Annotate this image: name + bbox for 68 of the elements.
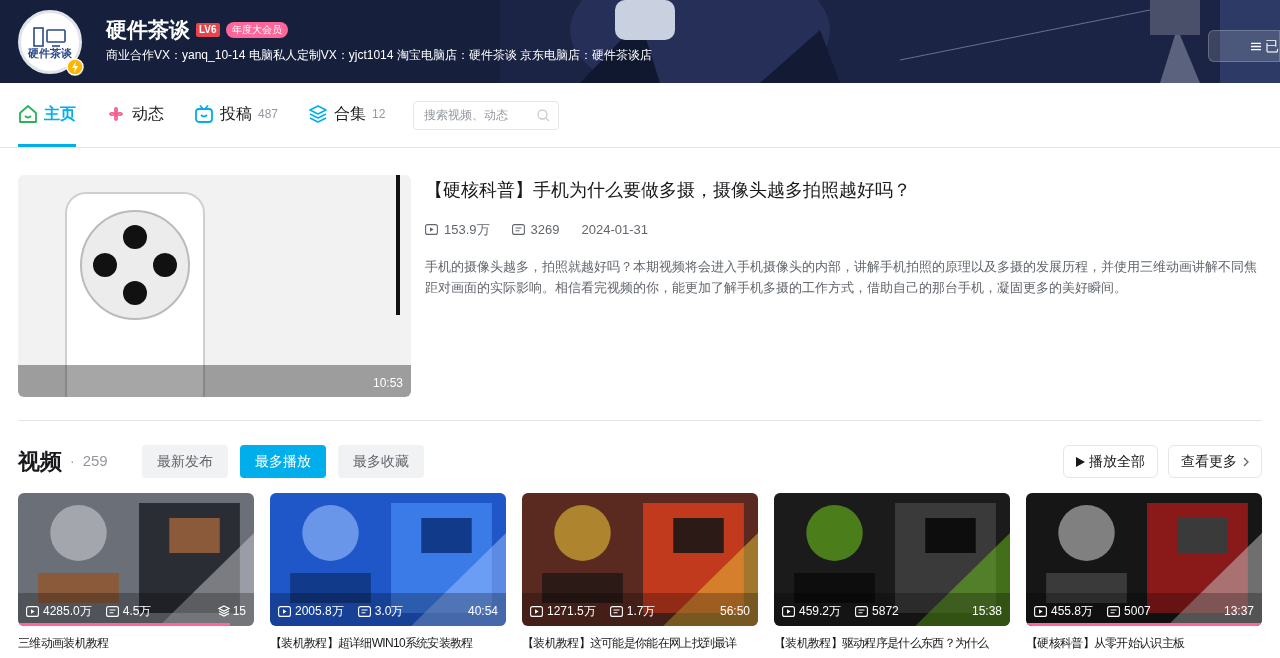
play-count: 4285.0万 bbox=[43, 603, 92, 620]
video-thumbnail[interactable]: 459.2万 5872 15:38 bbox=[774, 493, 1010, 626]
video-duration: 10:53 bbox=[372, 375, 403, 392]
sort-button[interactable]: 最多收藏 bbox=[337, 445, 424, 478]
menu-button[interactable]: 已 bbox=[1208, 30, 1280, 62]
sort-button[interactable]: 最新发布 bbox=[141, 445, 228, 478]
video-duration: 56:50 bbox=[719, 603, 750, 620]
video-thumbnail[interactable]: 4285.0万 4.5万 15 bbox=[18, 493, 254, 626]
featured-description: 手机的摄像头越多，拍照就越好吗？本期视频将会进入手机摄像头的内部，讲解手机拍照的原理以及多摄的发展历程，并使用三维动画讲解不同焦距对画面的实际影响。相信看完视频的你，能更加了解手机多摄的工作方式，借助自己的那台手机，凝固更多的美好瞬间。 bbox=[425, 257, 1258, 297]
publish-date: 2024-01-31 bbox=[581, 221, 648, 239]
play-count-icon bbox=[782, 605, 795, 617]
search-icon bbox=[537, 108, 551, 122]
comment-count: 4.5万 bbox=[122, 603, 152, 620]
home-icon bbox=[18, 103, 38, 124]
search-field[interactable]: 搜索视频、动态 bbox=[413, 100, 560, 130]
play-icon bbox=[1076, 456, 1085, 467]
video-title[interactable]: 【装机教程】驱动程序是什么东西？为什么 bbox=[774, 634, 989, 652]
video-thumbnail[interactable]: 2005.8万 3.0万 40:54 bbox=[270, 493, 506, 626]
nav-tab[interactable]: 合集 12 bbox=[308, 83, 386, 147]
comment-count-icon bbox=[105, 605, 119, 617]
video-duration: 40:54 bbox=[467, 603, 498, 620]
video-thumbnail[interactable]: 1271.5万 1.7万 56:50 bbox=[522, 493, 758, 626]
layers-icon bbox=[217, 605, 230, 617]
play-count: 1271.5万 bbox=[547, 603, 596, 620]
comment-count-icon bbox=[511, 224, 525, 236]
play-count: 459.2万 bbox=[799, 603, 842, 620]
video-title[interactable]: 三维动画装机教程 bbox=[18, 634, 109, 652]
comment-count-icon bbox=[855, 605, 869, 617]
chevron-right-icon bbox=[1243, 456, 1249, 467]
computer-icon bbox=[32, 24, 68, 48]
collection-count: 15 bbox=[232, 603, 246, 620]
tv-icon bbox=[194, 103, 214, 124]
section-dot: · bbox=[70, 452, 75, 471]
comment-count: 5007 bbox=[1124, 603, 1151, 620]
play-count-icon bbox=[1034, 605, 1047, 617]
video-duration: 13:37 bbox=[1223, 603, 1254, 620]
featured-title[interactable]: 【硬核科普】手机为什么要做多摄，摄像头越多拍照越好吗？ bbox=[425, 177, 1262, 204]
nav-tab[interactable]: 投稿 487 bbox=[194, 83, 279, 147]
avatar-text: 硬件茶谈 bbox=[28, 48, 72, 59]
video-title[interactable]: 【硬核科普】从零开始认识主板 bbox=[1026, 634, 1185, 652]
nav-tab[interactable]: 动态 bbox=[106, 83, 164, 147]
comment-count-icon bbox=[357, 605, 371, 617]
play-count-icon bbox=[278, 605, 291, 617]
play-all-button[interactable]: 播放全部 bbox=[1063, 445, 1158, 478]
section-title: 视频 bbox=[18, 448, 62, 476]
video-duration: 15:38 bbox=[971, 603, 1002, 620]
comment-count: 1.7万 bbox=[626, 603, 656, 620]
channel-name: 硬件茶谈 bbox=[106, 19, 190, 40]
comment-count: 3269 bbox=[530, 221, 560, 239]
play-count-icon bbox=[425, 224, 438, 236]
layers-icon bbox=[308, 103, 329, 124]
comment-count-icon bbox=[609, 605, 623, 617]
comment-count: 3.0万 bbox=[374, 603, 404, 620]
comment-count-icon bbox=[1107, 605, 1121, 617]
video-title[interactable]: 【装机教程】超详细WIN10系统安装教程 bbox=[270, 634, 473, 652]
comment-count: 5872 bbox=[872, 603, 899, 620]
play-count: 455.8万 bbox=[1051, 603, 1094, 620]
video-title[interactable]: 【装机教程】这可能是你能在网上找到最详 bbox=[522, 634, 737, 652]
more-button[interactable]: 查看更多 bbox=[1168, 445, 1262, 478]
lightning-badge-icon bbox=[66, 57, 84, 76]
menu-icon bbox=[1251, 41, 1261, 51]
play-count-icon bbox=[530, 605, 543, 617]
channel-bio: 商业合作VX：yanq_10-14 电脑私人定制VX：yjct1014 淘宝电脑店：硬件茶谈 京东电脑店：硬件茶谈店 bbox=[106, 47, 653, 64]
play-count: 153.9万 bbox=[444, 221, 490, 239]
video-thumbnail[interactable]: 455.8万 5007 13:37 bbox=[1026, 493, 1262, 626]
video-count: 259 bbox=[82, 451, 108, 472]
play-count: 2005.8万 bbox=[295, 603, 344, 620]
play-count-icon bbox=[26, 605, 39, 617]
